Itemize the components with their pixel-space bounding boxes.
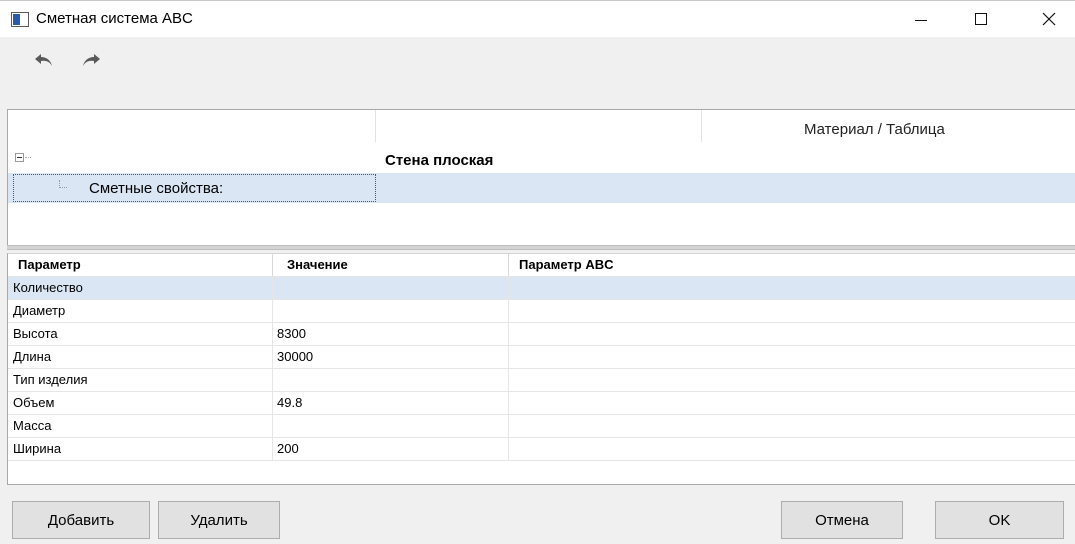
table-row[interactable]: Количество <box>8 277 1075 300</box>
element-group-title: Стена плоская <box>385 152 494 169</box>
delete-button[interactable]: Удалить <box>158 501 280 539</box>
panel-splitter[interactable] <box>7 245 1075 250</box>
close-button[interactable] <box>1026 1 1072 37</box>
column-header-value[interactable]: Значение <box>273 254 509 276</box>
toolbar <box>0 37 1075 107</box>
value-cell[interactable]: 49.8 <box>273 392 509 414</box>
add-button[interactable]: Добавить <box>12 501 150 539</box>
table-row[interactable]: Высота 8300 <box>8 323 1075 346</box>
parameter-cell[interactable]: Ширина <box>8 438 273 460</box>
minimize-icon <box>915 19 927 21</box>
focused-cell[interactable]: Сметные свойства: <box>13 174 376 202</box>
value-cell[interactable]: 8300 <box>273 323 509 345</box>
abc-parameter-cell[interactable] <box>509 438 1075 460</box>
value-cell[interactable] <box>273 300 509 322</box>
column-separator <box>375 110 376 142</box>
redo-arrow-icon <box>83 54 100 66</box>
redo-button[interactable] <box>76 45 106 75</box>
value-cell[interactable] <box>273 277 509 299</box>
property-tree-panel: Материал / Таблица Стена плоская Сметные… <box>7 109 1075 245</box>
column-header-parameter[interactable]: Параметр <box>8 254 273 276</box>
parameter-cell[interactable]: Диаметр <box>8 300 273 322</box>
tree-branch-line <box>59 180 67 188</box>
abc-parameter-cell[interactable] <box>509 392 1075 414</box>
column-header-abc-parameter[interactable]: Параметр ABC <box>509 254 1075 276</box>
parameter-cell[interactable]: Высота <box>8 323 273 345</box>
table-row[interactable]: Объем 49.8 <box>8 392 1075 415</box>
maximize-button[interactable] <box>958 1 1004 37</box>
value-cell[interactable]: 200 <box>273 438 509 460</box>
window-title: Сметная система ABC <box>36 10 193 27</box>
cancel-button[interactable]: Отмена <box>781 501 903 539</box>
abc-parameter-cell[interactable] <box>509 415 1075 437</box>
table-row[interactable]: Масса <box>8 415 1075 438</box>
maximize-icon <box>975 13 987 25</box>
tree-row-estimate-properties[interactable]: Сметные свойства: <box>8 173 1075 203</box>
close-icon <box>1042 12 1056 26</box>
table-row[interactable]: Диаметр <box>8 300 1075 323</box>
abc-parameter-cell[interactable] <box>509 346 1075 368</box>
estimate-properties-label: Сметные свойства: <box>89 180 224 197</box>
abc-parameter-cell[interactable] <box>509 369 1075 391</box>
table-row[interactable]: Длина 30000 <box>8 346 1075 369</box>
estimate-system-window: Сметная система ABC Материал / Таблица С… <box>0 0 1075 544</box>
abc-parameter-cell[interactable] <box>509 323 1075 345</box>
material-table-column-header: Материал / Таблица <box>804 121 945 138</box>
parameter-cell[interactable]: Объем <box>8 392 273 414</box>
grid-header-row: Параметр Значение Параметр ABC <box>8 254 1075 277</box>
abc-parameter-cell[interactable] <box>509 277 1075 299</box>
ok-button[interactable]: OK <box>935 501 1064 539</box>
undo-button[interactable] <box>29 45 59 75</box>
value-cell[interactable] <box>273 415 509 437</box>
minimize-button[interactable] <box>898 1 944 37</box>
column-separator <box>701 110 702 142</box>
parameters-grid: Параметр Значение Параметр ABC Количеств… <box>7 253 1075 485</box>
value-cell[interactable]: 30000 <box>273 346 509 368</box>
title-bar[interactable]: Сметная система ABC <box>0 1 1075 37</box>
tree-connector <box>25 157 31 158</box>
parameter-cell[interactable]: Количество <box>8 277 273 299</box>
abc-parameter-cell[interactable] <box>509 300 1075 322</box>
app-window-icon <box>11 12 29 27</box>
undo-arrow-icon <box>35 54 52 66</box>
table-row[interactable]: Ширина 200 <box>8 438 1075 461</box>
value-cell[interactable] <box>273 369 509 391</box>
collapse-toggle-icon[interactable] <box>15 153 24 162</box>
parameter-cell[interactable]: Тип изделия <box>8 369 273 391</box>
parameter-cell[interactable]: Длина <box>8 346 273 368</box>
parameter-cell[interactable]: Масса <box>8 415 273 437</box>
table-row[interactable]: Тип изделия <box>8 369 1075 392</box>
